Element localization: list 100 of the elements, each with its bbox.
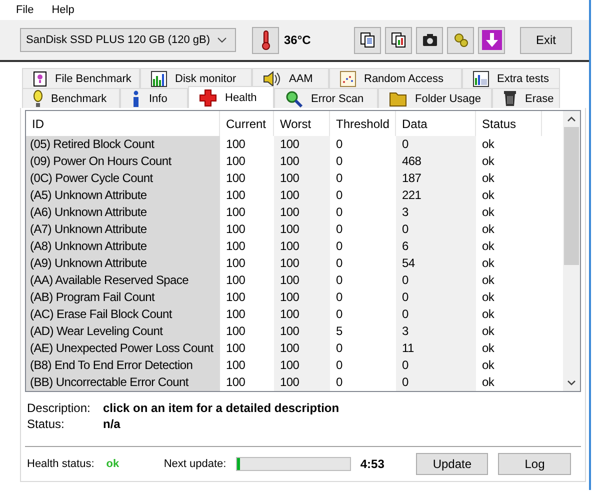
table-cell-text: 100 (225, 153, 246, 170)
tab[interactable]: Error Scan (274, 88, 378, 108)
temperature-reading: 36°C (284, 33, 312, 47)
table-cell-text: 0 (335, 255, 344, 272)
tab[interactable]: Info (120, 88, 188, 108)
table-cell: 0 (396, 374, 476, 391)
table-cell-text: ok (481, 153, 496, 170)
exclamation-icon (33, 90, 43, 108)
table-cell-text: ok (481, 204, 496, 221)
table-cell: (05) Retired Block Count (26, 136, 220, 153)
table-cell: 3 (396, 323, 476, 340)
table-cell: (A8) Unknown Attribute (26, 238, 220, 255)
table-cell-text: 0 (335, 153, 344, 170)
screenshot-button[interactable] (416, 26, 443, 54)
scroll-up-icon (567, 116, 576, 122)
table-cell: 100 (274, 221, 330, 238)
tab[interactable]: File Benchmark (22, 68, 140, 88)
table-cell: 187 (396, 170, 476, 187)
table-cell-text: ok (481, 255, 496, 272)
tab[interactable]: Health (188, 86, 274, 108)
column-header[interactable]: Threshold (330, 111, 396, 136)
table-cell-text: ok (481, 272, 496, 289)
temperature-button[interactable] (252, 26, 279, 54)
table-cell-text: 0 (335, 136, 344, 153)
table-cell: (A6) Unknown Attribute (26, 204, 220, 221)
table-cell: (AB) Program Fail Count (26, 289, 220, 306)
table-cell: 0 (396, 272, 476, 289)
tab[interactable]: Random Access (329, 68, 462, 88)
table-cell: (AD) Wear Leveling Count (26, 323, 220, 340)
table-cell: 11 (396, 340, 476, 357)
table-cell: 100 (274, 340, 330, 357)
document-icon (33, 70, 47, 86)
tab[interactable]: Folder Usage (378, 88, 492, 108)
table-cell: 54 (396, 255, 476, 272)
table-cell: (0C) Power Cycle Count (26, 170, 220, 187)
table-cell-text: 100 (225, 340, 246, 357)
table-cell: 100 (274, 289, 330, 306)
tab[interactable]: Extra tests (462, 68, 560, 88)
download-button[interactable] (478, 26, 505, 54)
bar-chart-icon (151, 70, 167, 86)
table-cell-text: ok (481, 323, 496, 340)
options-button[interactable] (447, 26, 474, 54)
table-cell: 100 (274, 272, 330, 289)
table-cell: 100 (274, 323, 330, 340)
table-cell: 100 (274, 306, 330, 323)
table-cell-text: 0 (335, 340, 344, 357)
column-header[interactable]: Current (220, 111, 274, 136)
table-cell: 0 (396, 357, 476, 374)
table-cell-text: 100 (225, 170, 246, 187)
table-cell: (AC) Erase Fail Block Count (26, 306, 220, 323)
table-cell: 6 (396, 238, 476, 255)
menu-item[interactable]: Help (52, 4, 74, 16)
table-cell: 0 (396, 136, 476, 153)
column-header[interactable]: Status (476, 111, 542, 136)
table-cell: (A7) Unknown Attribute (26, 221, 220, 238)
thermometer-icon (260, 30, 270, 50)
table-cell: 100 (274, 238, 330, 255)
exit-button[interactable]: Exit (520, 26, 572, 54)
table-cell: 100 (274, 204, 330, 221)
table-cell: (B8) End To End Error Detection (26, 357, 220, 374)
table-cell-text: ok (481, 306, 496, 323)
status-text: n/a (103, 417, 120, 431)
table-cell: 100 (274, 170, 330, 187)
table-cell: 100 (274, 153, 330, 170)
chart-table-icon (473, 70, 489, 86)
tab[interactable]: Erase (492, 88, 560, 108)
description-text: click on an item for a detailed description (103, 401, 340, 415)
tab[interactable]: Benchmark (22, 88, 120, 108)
table-cell-text: ok (481, 170, 496, 187)
camera-icon (422, 33, 438, 47)
tab[interactable]: Disk monitor (140, 68, 252, 88)
table-cell: 100 (274, 374, 330, 391)
menu-item[interactable]: File (16, 4, 34, 16)
table-cell-text: 100 (225, 289, 246, 306)
copy-chart-button[interactable] (385, 26, 412, 54)
documents-icon (390, 32, 406, 48)
table-cell: 0 (396, 289, 476, 306)
table-cell-text: 100 (225, 255, 246, 272)
copy-button[interactable] (354, 26, 381, 54)
table-cell: 468 (396, 153, 476, 170)
next-update-label: Next update: (164, 458, 228, 470)
table-cell-text: ok (481, 136, 496, 153)
table-cell: 100 (274, 255, 330, 272)
tab[interactable]: AAM (252, 68, 329, 88)
table-cell-text: 100 (225, 374, 246, 391)
table-cell-text: 0 (335, 272, 344, 289)
log-button[interactable]: Log (498, 453, 572, 475)
drive-dropdown[interactable]: SanDisk SSD PLUS 120 GB (120 gB) (20, 28, 236, 52)
table-cell-text: 0 (335, 306, 344, 323)
scrollbar[interactable] (563, 111, 580, 391)
table-cell-text: 5 (335, 323, 344, 340)
table-cell: (09) Power On Hours Count (26, 153, 220, 170)
health-status-label: Health status: (27, 458, 94, 470)
update-button[interactable]: Update (416, 453, 488, 475)
table-cell-text: 0 (335, 357, 344, 374)
magnifier-icon (285, 90, 303, 108)
table-cell-text: 100 (225, 272, 246, 289)
table-cell-text: ok (481, 340, 496, 357)
countdown-time: 4:53 (360, 457, 386, 471)
scrollbar-thumb[interactable] (564, 127, 579, 265)
